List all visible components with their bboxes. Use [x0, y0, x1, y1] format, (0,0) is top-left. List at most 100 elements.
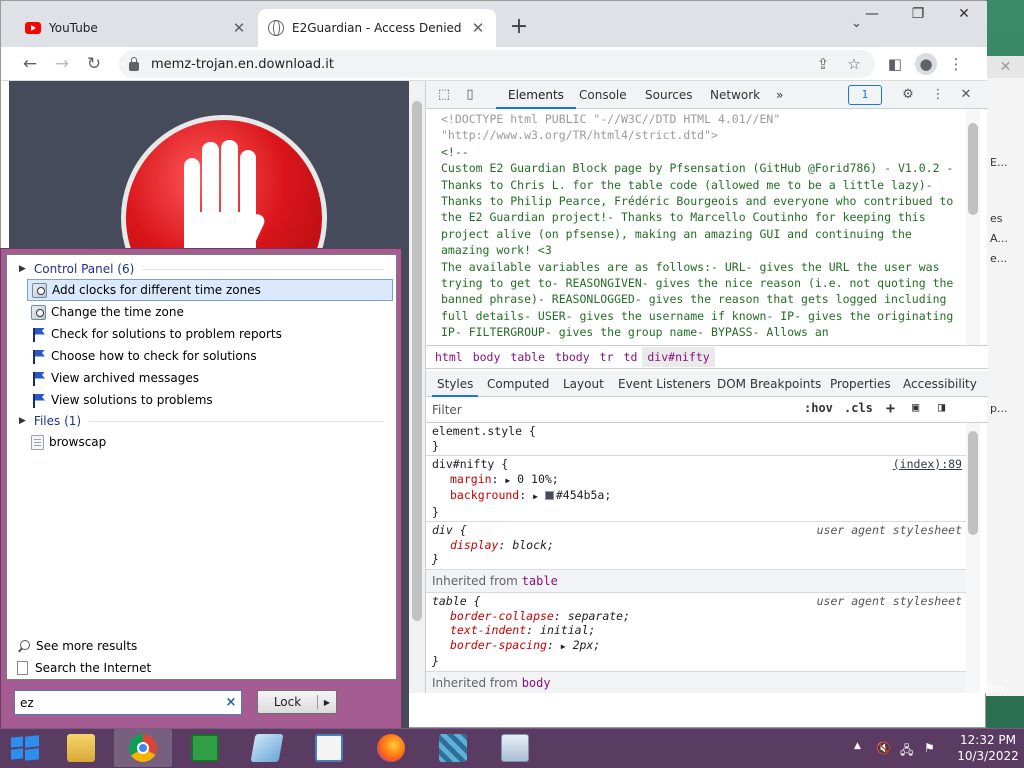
styles-scrollbar[interactable] — [966, 423, 980, 693]
device-toolbar-icon[interactable]: ▯ — [460, 85, 480, 105]
more-tabs-icon[interactable]: » — [764, 81, 795, 109]
inherited-tag[interactable]: table — [522, 574, 558, 588]
result-item[interactable]: Change the time zone — [27, 301, 393, 323]
breadcrumb-item[interactable]: table — [505, 347, 550, 367]
file-icon — [31, 434, 44, 450]
page-scrollbar[interactable] — [409, 81, 425, 693]
tab-layout[interactable]: Layout — [558, 371, 609, 397]
maximize-button[interactable]: ❐ — [895, 1, 941, 27]
tab-close-icon[interactable]: ✕ — [470, 19, 486, 37]
lock-button[interactable]: Lock ▶ — [257, 690, 337, 714]
result-item[interactable]: View archived messages — [27, 367, 393, 389]
hover-state-toggle[interactable]: :hov — [804, 401, 833, 415]
calculator-icon[interactable] — [176, 729, 234, 767]
bookmark-star-icon[interactable]: ☆ — [843, 53, 865, 75]
css-property[interactable]: background: ▶ #454b5a; — [432, 488, 960, 505]
breadcrumb-item[interactable]: tbody — [550, 347, 595, 367]
rule-div-nifty: (index):89 div#nifty { margin: ▶ 0 10%; … — [426, 456, 966, 522]
devtools-close-icon[interactable]: ✕ — [956, 85, 976, 105]
clear-search-icon[interactable]: × — [221, 695, 241, 710]
devtools-tab-network[interactable]: Network — [698, 81, 772, 109]
firefox-icon[interactable] — [362, 729, 420, 767]
start-search-input[interactable] — [15, 695, 221, 710]
inherited-tag[interactable]: body — [522, 676, 551, 690]
result-item[interactable]: Check for solutions to problem reports — [27, 323, 393, 345]
issues-badge[interactable]: 1 — [848, 85, 882, 105]
dosbox-icon[interactable] — [424, 729, 482, 767]
rule-source-link[interactable]: (index):89 — [893, 457, 962, 472]
speaker-muted-icon[interactable]: 🔇 — [876, 741, 891, 755]
styles-filter-input[interactable] — [432, 402, 792, 417]
breadcrumb-item[interactable]: td — [619, 347, 643, 367]
result-item[interactable]: browscap — [27, 431, 393, 453]
tab-e2guardian[interactable]: E2Guardian - Access Denied ✕ — [258, 9, 496, 47]
css-property: display: block; — [450, 537, 554, 552]
address-bar[interactable]: memz-trojan.en.download.it — [119, 50, 875, 78]
see-more-results-link[interactable]: See more results — [7, 635, 396, 657]
resource-monitor-icon[interactable] — [486, 729, 544, 767]
breadcrumb-item-selected[interactable]: div#nifty — [642, 347, 715, 367]
result-group-files[interactable]: ▶ Files (1) — [7, 411, 396, 431]
devtools-tab-console[interactable]: Console — [567, 81, 639, 109]
notepad-icon[interactable] — [238, 729, 296, 767]
tab-styles[interactable]: Styles — [432, 371, 479, 397]
rule-selector[interactable]: element.style { — [432, 424, 960, 439]
close-button[interactable]: ✕ — [941, 1, 987, 27]
tab-accessibility[interactable]: Accessibility — [898, 371, 982, 397]
class-toggle[interactable]: .cls — [844, 401, 873, 415]
tab-dom-breakpoints[interactable]: DOM Breakpoints — [712, 371, 826, 397]
rule-source: user agent stylesheet — [816, 594, 962, 608]
new-tab-button[interactable]: + — [507, 14, 531, 39]
start-windows-icon[interactable] — [0, 728, 48, 768]
css-property[interactable]: margin: ▶ 0 10%; — [432, 472, 960, 489]
inspect-element-icon[interactable]: ⬚ — [434, 85, 454, 105]
background-window-close-icon[interactable]: ✕ — [986, 56, 1024, 78]
share-icon[interactable]: ⇪ — [812, 53, 834, 75]
menu-kebab-icon[interactable]: ⋮ — [945, 53, 967, 75]
result-item[interactable]: Add clocks for different time zones — [27, 279, 393, 301]
dom-scrollbar[interactable] — [966, 109, 980, 345]
search-internet-link[interactable]: Search the Internet — [7, 657, 396, 679]
breadcrumb-item[interactable]: html — [430, 347, 468, 367]
color-swatch[interactable] — [544, 491, 554, 500]
breadcrumb-item[interactable]: body — [468, 347, 506, 367]
reload-icon[interactable]: ↻ — [81, 51, 107, 77]
profile-avatar-icon[interactable]: ● — [915, 53, 937, 75]
result-group-control-panel[interactable]: ▶ Control Panel (6) — [7, 259, 396, 279]
prop-value: initial; — [540, 623, 596, 637]
new-rule-icon[interactable]: + — [886, 399, 895, 417]
devtools-tab-elements[interactable]: Elements — [496, 81, 576, 109]
breadcrumb-item[interactable]: tr — [595, 347, 619, 367]
tab-properties[interactable]: Properties — [825, 371, 896, 397]
result-item[interactable]: View solutions to problems — [27, 389, 393, 411]
lock-icon[interactable] — [129, 57, 139, 71]
clock-time: 12:32 PM — [960, 733, 1016, 747]
styles-pane[interactable]: element.style { } (index):89 div#nifty {… — [426, 423, 966, 693]
chrome-icon[interactable] — [114, 729, 172, 767]
tab-youtube[interactable]: YouTube ✕ — [15, 9, 257, 47]
network-icon[interactable]: 🖧 — [900, 741, 913, 762]
result-item[interactable]: Choose how to check for solutions — [27, 345, 393, 367]
paint-icon[interactable]: ▣ — [912, 400, 919, 414]
tab-computed[interactable]: Computed — [482, 371, 554, 397]
power-options-arrow-icon[interactable]: ▶ — [318, 698, 336, 707]
rule-selector[interactable]: div#nifty { — [432, 457, 960, 472]
wordpad-icon[interactable] — [300, 729, 358, 767]
show-hidden-icons-chevron-icon[interactable]: ▲ — [854, 741, 861, 751]
tab-close-icon[interactable]: ✕ — [231, 19, 247, 37]
minimize-button[interactable]: — — [849, 1, 895, 27]
file-explorer-icon[interactable] — [52, 729, 110, 767]
action-center-flag-icon[interactable]: ⚑ — [924, 741, 935, 755]
forward-arrow-icon[interactable]: → — [49, 51, 75, 77]
tab-event-listeners[interactable]: Event Listeners — [613, 371, 716, 397]
taskbar-clock[interactable]: 12:32 PM 10/3/2022 — [952, 732, 1024, 764]
devtools-tab-sources[interactable]: Sources — [633, 81, 704, 109]
expand-triangle-icon: ▶ — [19, 416, 26, 426]
dom-tree[interactable]: <!DOCTYPE html PUBLIC "-//W3C//DTD HTML … — [426, 109, 966, 345]
side-panel-icon[interactable]: ◧ — [884, 53, 906, 75]
back-arrow-icon[interactable]: ← — [17, 51, 43, 77]
sidebar-toggle-icon[interactable]: ◨ — [938, 400, 945, 414]
settings-gear-icon[interactable]: ⚙ — [898, 85, 918, 105]
result-label: Check for solutions to problem reports — [51, 327, 282, 341]
devtools-menu-icon[interactable]: ⋮ — [928, 85, 948, 105]
